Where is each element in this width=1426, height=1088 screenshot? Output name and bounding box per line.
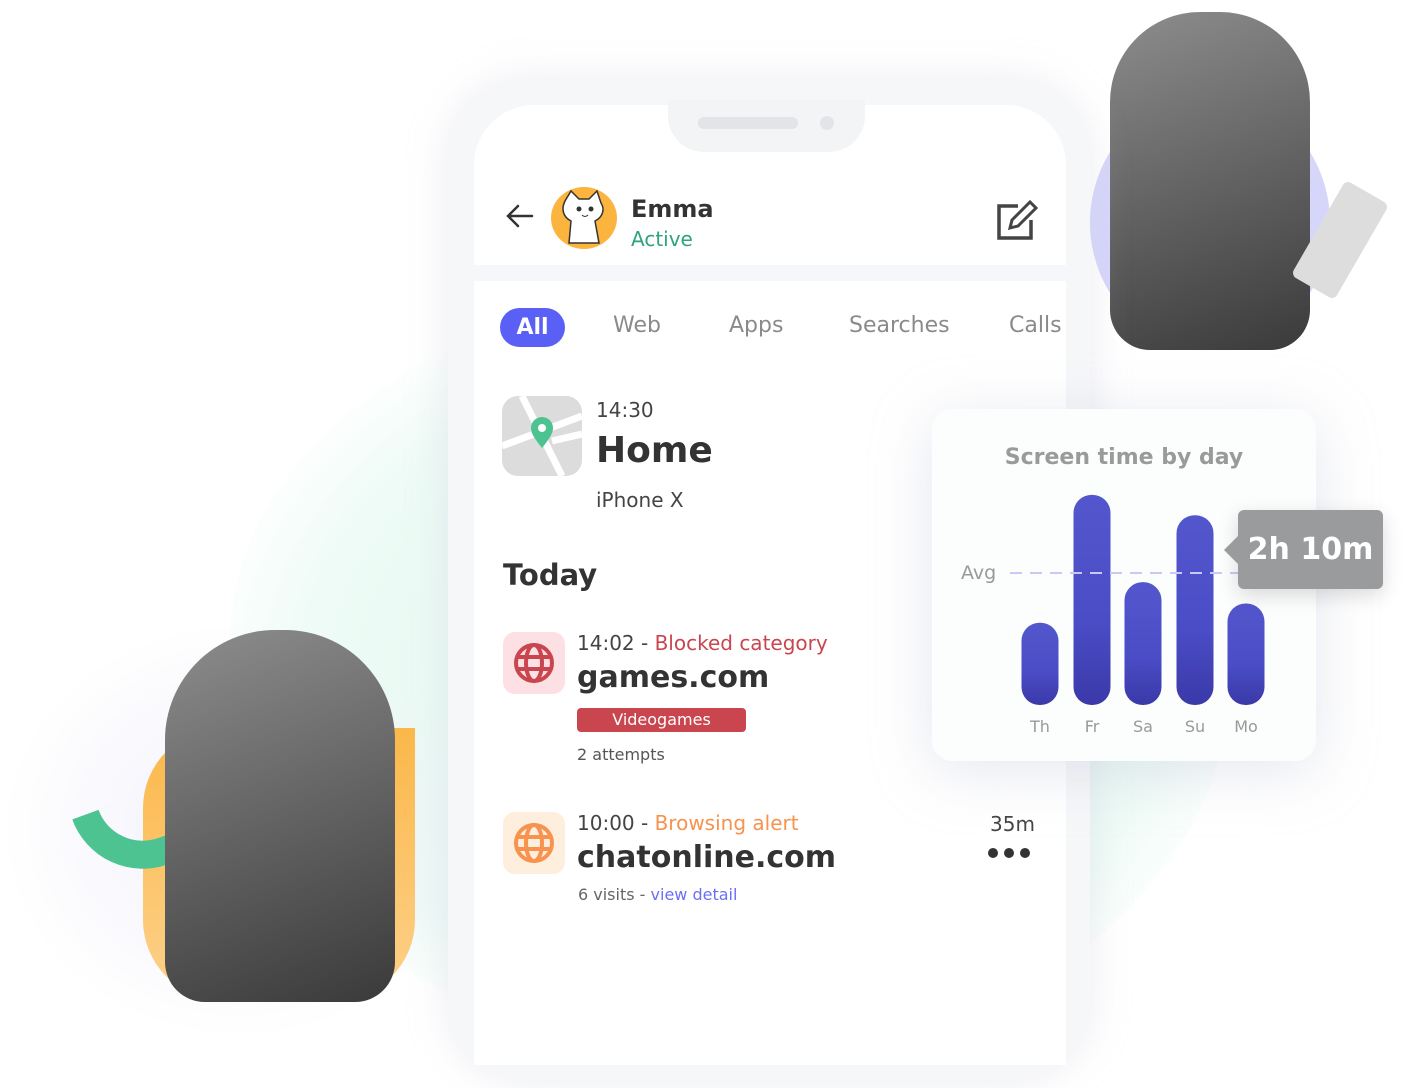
duration: 35m	[990, 812, 1035, 836]
globe-icon	[503, 632, 565, 694]
separator: -	[634, 631, 655, 655]
avg-tooltip: 2h 10m	[1224, 510, 1383, 589]
bar-Su	[1176, 515, 1214, 705]
tab-apps[interactable]: Apps	[729, 313, 783, 338]
site-name[interactable]: games.com	[577, 660, 769, 695]
separator: -	[634, 885, 651, 904]
tab-web[interactable]: Web	[613, 313, 661, 338]
woman-photo-figure	[1110, 12, 1310, 350]
separator: -	[634, 811, 655, 835]
tab-all[interactable]: All	[500, 308, 565, 347]
alert-type: Blocked category	[654, 631, 828, 655]
alert-type: Browsing alert	[654, 811, 799, 835]
event-time: 10:00	[577, 811, 635, 835]
event-line: 10:00 - Browsing alert	[577, 811, 799, 835]
phone-camera	[820, 116, 834, 130]
tab-calls[interactable]: Calls	[1009, 313, 1062, 338]
event-time: 14:02	[577, 631, 635, 655]
girl-photo-figure	[165, 630, 395, 1002]
x-tick-label: Sa	[1133, 717, 1153, 736]
category-badge: Videogames	[577, 708, 746, 732]
bar-Sa	[1124, 582, 1162, 705]
bar-Fr	[1073, 494, 1111, 705]
bar-Th	[1021, 622, 1059, 705]
edit-icon[interactable]	[996, 199, 1040, 244]
visits-line: 6 visits - view detail	[578, 885, 737, 904]
location-time: 14:30	[596, 398, 654, 422]
status-text: Active	[631, 227, 693, 251]
bar-Mo	[1227, 603, 1265, 705]
today-heading: Today	[503, 558, 598, 592]
location-device: iPhone X	[596, 488, 684, 512]
view-detail-link[interactable]: view detail	[651, 885, 738, 904]
phone-speaker	[698, 117, 798, 129]
x-tick-label: Th	[1029, 717, 1050, 736]
x-tick-label: Fr	[1085, 717, 1100, 736]
child-name: Emma	[631, 195, 714, 223]
x-tick-label: Su	[1185, 717, 1205, 736]
header-divider	[474, 265, 1066, 281]
x-tick-label: Mo	[1234, 717, 1258, 736]
map-pin-icon	[502, 396, 582, 476]
attempts-count: 2 attempts	[577, 745, 665, 764]
location-place: Home	[596, 430, 713, 471]
arrow-left-icon[interactable]	[504, 200, 536, 240]
visits-count: 6 visits	[578, 885, 635, 904]
globe-icon	[503, 812, 565, 874]
event-line: 14:02 - Blocked category	[577, 631, 828, 655]
tab-searches[interactable]: Searches	[849, 313, 950, 338]
site-name[interactable]: chatonline.com	[577, 840, 836, 875]
avg-label: Avg	[961, 562, 996, 584]
more-dots-icon[interactable]	[987, 845, 1031, 864]
avatar	[551, 187, 617, 249]
